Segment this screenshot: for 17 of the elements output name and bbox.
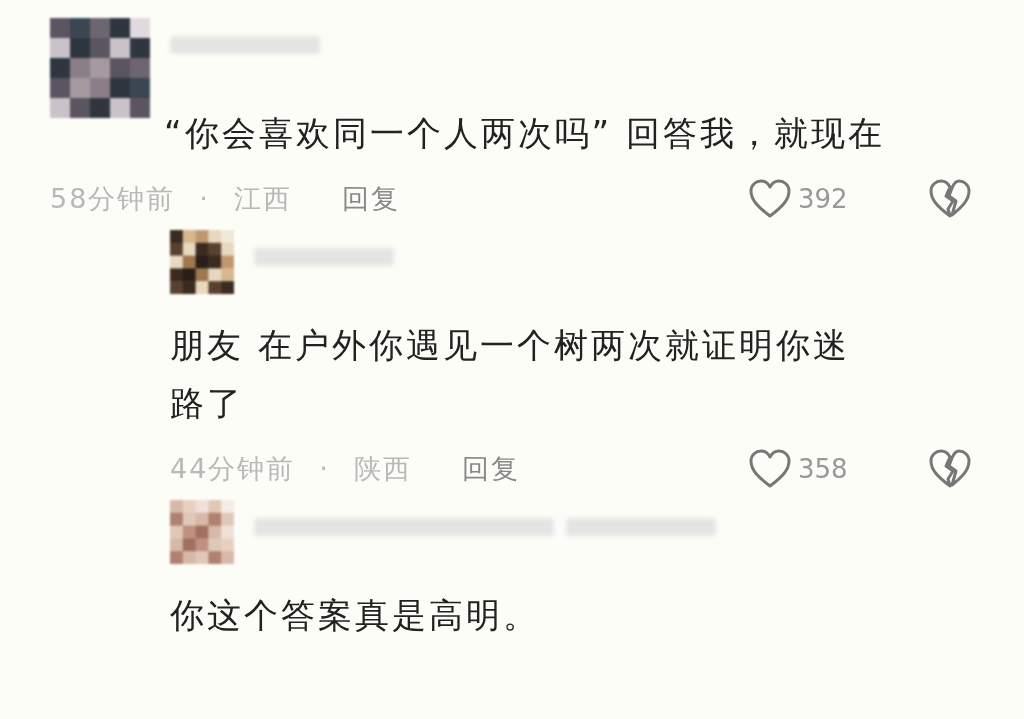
separator-dot: ·: [319, 451, 330, 486]
comment-time: 58分钟前: [50, 181, 176, 216]
comment-text: 朋友 在户外你遇见一个树两次就证明你迷路了: [170, 324, 851, 425]
comment-time: 44分钟前: [170, 451, 296, 486]
comment-text: “你会喜欢同一个人两次吗” 回答我，就现在: [164, 112, 887, 155]
like-count: 358: [798, 452, 849, 486]
heart-icon[interactable]: [748, 179, 792, 219]
reply-link[interactable]: 回复: [341, 178, 400, 220]
like-count: 392: [798, 182, 849, 216]
separator-dot: ·: [199, 181, 210, 216]
broken-heart-icon[interactable]: [928, 449, 972, 489]
comment-location: 江西: [233, 181, 292, 216]
comment-text: 你这个答案真是高明。: [170, 594, 541, 637]
comment-location: 陕西: [353, 451, 412, 486]
reply-link[interactable]: 回复: [461, 448, 520, 490]
heart-icon[interactable]: [748, 449, 792, 489]
broken-heart-icon[interactable]: [928, 179, 972, 219]
